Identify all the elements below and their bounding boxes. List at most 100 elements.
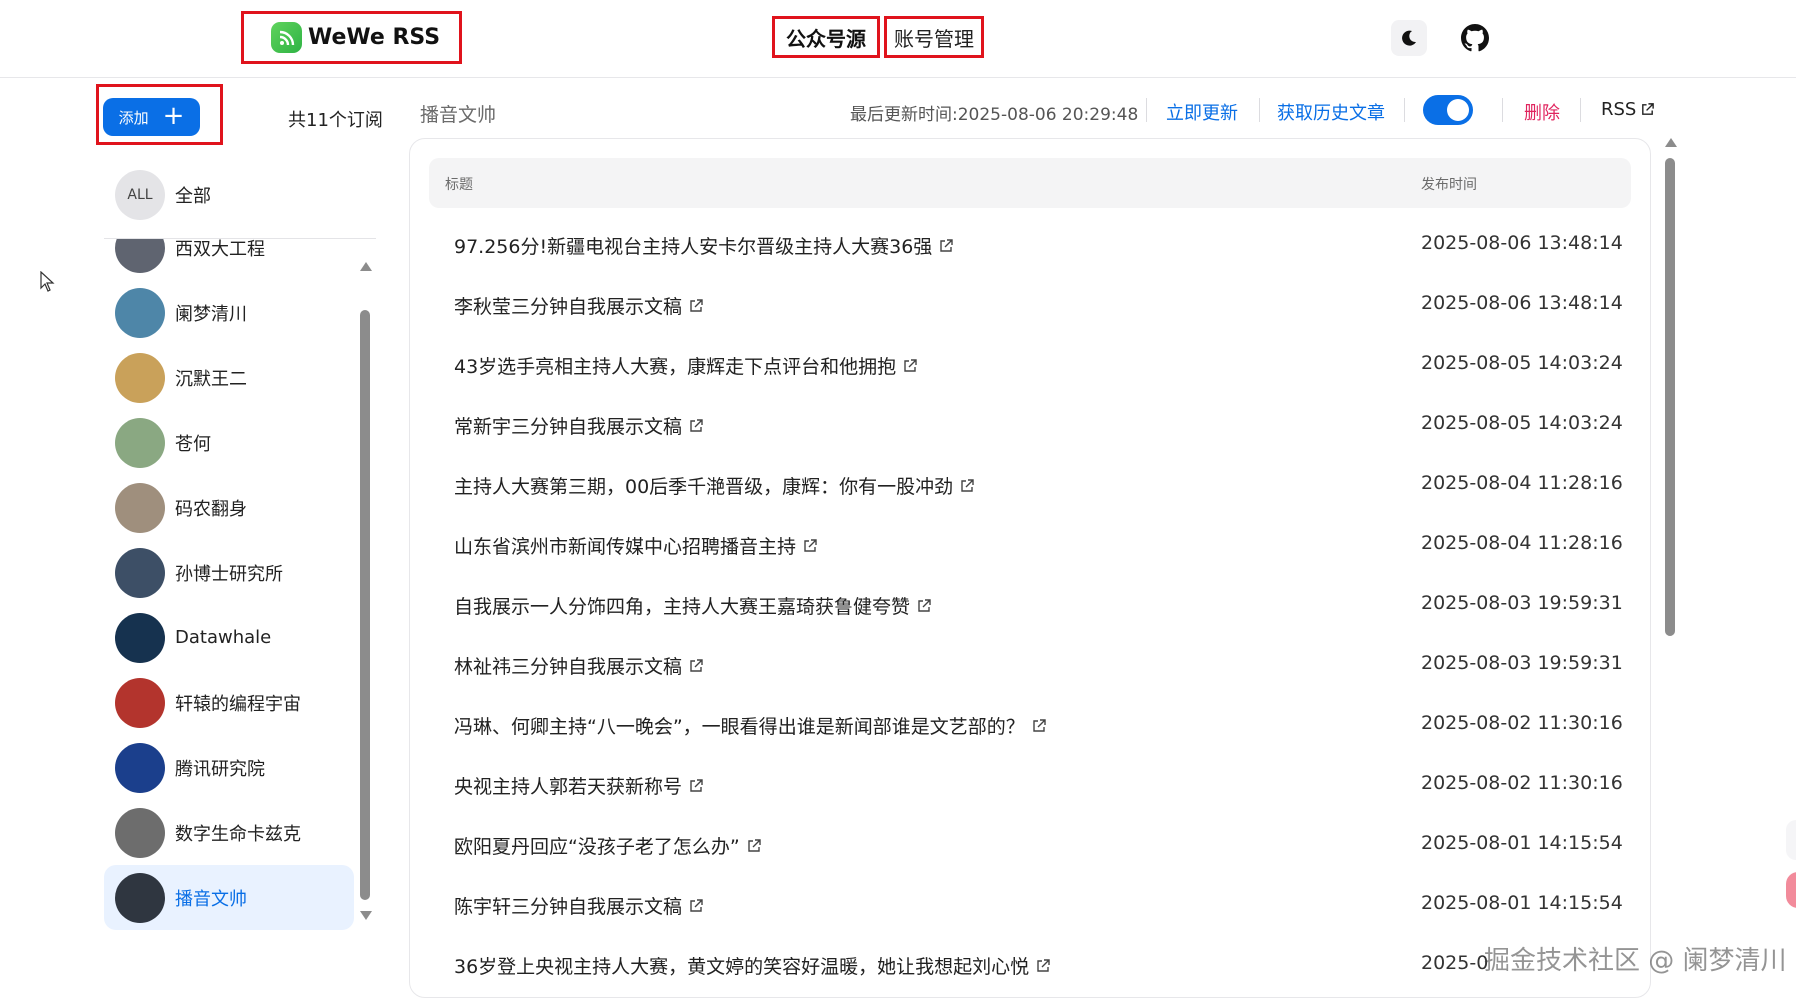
avatar bbox=[115, 612, 165, 663]
brand-name: WeWe RSS bbox=[308, 25, 441, 50]
table-row: 山东省滨州市新闻传媒中心招聘播音主持 2025-08-04 11:28:16 bbox=[429, 514, 1631, 574]
update-now-link[interactable]: 立即更新 bbox=[1166, 99, 1238, 125]
article-title-link[interactable]: 林祉祎三分钟自我展示文稿 bbox=[454, 652, 704, 679]
rss-link-label: RSS bbox=[1601, 99, 1637, 120]
article-title-link[interactable]: 36岁登上央视主持人大赛，黄文婷的笑容好温暖，她让我想起刘心悦 bbox=[454, 952, 1051, 979]
table-header: 标题 发布时间 bbox=[429, 158, 1631, 208]
article-title-link[interactable]: 97.256分!新疆电视台主持人安卡尔晋级主持人大赛36强 bbox=[454, 232, 954, 259]
article-title: 常新宇三分钟自我展示文稿 bbox=[454, 416, 683, 438]
sidebar-item[interactable]: 轩辕的编程宇宙 bbox=[104, 670, 354, 735]
all-avatar: ALL bbox=[115, 170, 165, 220]
publish-time: 2025-08-04 11:28:16 bbox=[1421, 532, 1623, 554]
article-title-link[interactable]: 央视主持人郭若天获新称号 bbox=[454, 772, 704, 799]
top-header: WeWe RSS 公众号源 账号管理 bbox=[0, 0, 1796, 78]
publish-time: 2025-08-04 11:28:16 bbox=[1421, 472, 1623, 494]
publish-time: 2025-0 bbox=[1421, 952, 1489, 974]
table-row: 常新宇三分钟自我展示文稿 2025-08-05 14:03:24 bbox=[429, 394, 1631, 454]
external-link-icon bbox=[959, 478, 975, 494]
tab-official-accounts[interactable]: 公众号源 bbox=[772, 16, 880, 58]
external-link-icon bbox=[1035, 958, 1051, 974]
external-link-icon bbox=[688, 298, 704, 314]
avatar bbox=[115, 482, 165, 533]
external-link-icon bbox=[688, 778, 704, 794]
sidebar-item[interactable]: 孙博士研究所 bbox=[104, 540, 354, 605]
floating-widget-edge[interactable] bbox=[1786, 820, 1796, 860]
publish-time: 2025-08-01 14:15:54 bbox=[1421, 892, 1623, 914]
article-title-link[interactable]: 李秋莹三分钟自我展示文稿 bbox=[454, 292, 704, 319]
delete-feed-link[interactable]: 删除 bbox=[1524, 99, 1560, 125]
sidebar-item[interactable]: Datawhale bbox=[104, 605, 354, 670]
scroll-down-arrow-icon[interactable] bbox=[360, 911, 372, 920]
avatar bbox=[115, 239, 165, 273]
sidebar-item[interactable]: 腾讯研究院 bbox=[104, 735, 354, 800]
rss-link[interactable]: RSS bbox=[1601, 99, 1655, 120]
avatar bbox=[115, 352, 165, 403]
sidebar-scrollbar[interactable] bbox=[359, 258, 372, 920]
sidebar-item[interactable]: 码农翻身 bbox=[104, 475, 354, 540]
external-link-icon bbox=[916, 598, 932, 614]
external-link-icon bbox=[902, 358, 918, 374]
scrollbar-thumb[interactable] bbox=[1665, 158, 1675, 636]
sidebar-item-label: 轩辕的编程宇宙 bbox=[175, 693, 301, 715]
publish-time: 2025-08-03 19:59:31 bbox=[1421, 652, 1623, 674]
sidebar-item[interactable]: 沉默王二 bbox=[104, 345, 354, 410]
article-title-link[interactable]: 山东省滨州市新闻传媒中心招聘播音主持 bbox=[454, 532, 818, 559]
article-title-link[interactable]: 常新宇三分钟自我展示文稿 bbox=[454, 412, 704, 439]
feed-enable-toggle[interactable] bbox=[1423, 95, 1473, 125]
scroll-up-arrow-icon[interactable] bbox=[360, 262, 372, 271]
watermark: 掘金技术社区 @ 阑梦清川 bbox=[1484, 946, 1787, 976]
sidebar-item[interactable]: 播音文帅 bbox=[104, 865, 354, 930]
table-row: 主持人大赛第三期，00后季千滟晋级，康辉：你有一股冲劲 2025-08-04 11… bbox=[429, 454, 1631, 514]
github-icon bbox=[1461, 24, 1489, 52]
external-link-icon bbox=[938, 238, 954, 254]
brand-logo-link[interactable]: WeWe RSS bbox=[241, 11, 462, 64]
add-button-label: 添加 bbox=[118, 108, 149, 127]
avatar bbox=[115, 807, 165, 858]
add-button-highlight: 添加 + bbox=[96, 84, 223, 145]
publish-time: 2025-08-01 14:15:54 bbox=[1421, 832, 1623, 854]
article-title-link[interactable]: 欧阳夏丹回应“没孩子老了怎么办” bbox=[454, 832, 762, 859]
sidebar-item-label: 苍何 bbox=[175, 433, 211, 455]
article-title-link[interactable]: 主持人大赛第三期，00后季千滟晋级，康辉：你有一股冲劲 bbox=[454, 472, 975, 499]
sidebar-item-all[interactable]: ALL 全部 bbox=[104, 165, 374, 225]
sidebar-item-label: 播音文帅 bbox=[175, 888, 247, 910]
sidebar-item-label: 腾讯研究院 bbox=[175, 758, 265, 780]
floating-badge[interactable] bbox=[1786, 872, 1796, 908]
scrollbar-thumb[interactable] bbox=[360, 310, 370, 900]
table-row: 自我展示一人分饰四角，主持人大赛王嘉琦获鲁健夸赞 2025-08-03 19:59… bbox=[429, 574, 1631, 634]
theme-toggle-button[interactable] bbox=[1391, 20, 1427, 56]
sidebar-item[interactable]: 阑梦清川 bbox=[104, 280, 354, 345]
subscription-count: 共11个订阅 bbox=[288, 110, 383, 131]
tab-account-management[interactable]: 账号管理 bbox=[884, 16, 984, 58]
toolbar-separator bbox=[1146, 98, 1147, 122]
external-link-icon bbox=[688, 898, 704, 914]
external-link-icon bbox=[688, 418, 704, 434]
article-title-link[interactable]: 冯琳、何卿主持“八一晚会”，一眼看得出谁是新闻部谁是文艺部的？ bbox=[454, 712, 1047, 739]
article-title-link[interactable]: 自我展示一人分饰四角，主持人大赛王嘉琦获鲁健夸赞 bbox=[454, 592, 932, 619]
fetch-history-link[interactable]: 获取历史文章 bbox=[1277, 99, 1385, 125]
article-title-link[interactable]: 陈宇轩三分钟自我展示文稿 bbox=[454, 892, 704, 919]
add-subscription-button[interactable]: 添加 + bbox=[103, 98, 200, 136]
main-scrollbar[interactable] bbox=[1664, 136, 1677, 636]
article-title: 陈宇轩三分钟自我展示文稿 bbox=[454, 896, 683, 918]
sidebar-item-label: 码农翻身 bbox=[175, 498, 247, 520]
column-header-time: 发布时间 bbox=[1421, 177, 1477, 193]
scroll-up-arrow-icon[interactable] bbox=[1665, 138, 1677, 147]
github-link-button[interactable] bbox=[1457, 20, 1493, 56]
publish-time: 2025-08-03 19:59:31 bbox=[1421, 592, 1623, 614]
subscription-list[interactable]: 西双大工程 阑梦清川沉默王二苍何码农翻身孙博士研究所 Datawhale 轩辕的编程宇… bbox=[104, 239, 354, 939]
toolbar-separator bbox=[1259, 98, 1260, 122]
external-link-icon bbox=[688, 658, 704, 674]
moon-icon bbox=[1402, 30, 1416, 46]
sidebar-item[interactable]: 苍何 bbox=[104, 410, 354, 475]
article-title: 李秋莹三分钟自我展示文稿 bbox=[454, 296, 683, 318]
table-row: 李秋莹三分钟自我展示文稿 2025-08-06 13:48:14 bbox=[429, 274, 1631, 334]
sidebar-item[interactable]: 西双大工程 bbox=[104, 239, 354, 280]
publish-time: 2025-08-06 13:48:14 bbox=[1421, 232, 1623, 254]
sidebar-item[interactable]: 数字生命卡兹克 bbox=[104, 800, 354, 865]
article-title: 自我展示一人分饰四角，主持人大赛王嘉琦获鲁健夸赞 bbox=[454, 596, 911, 618]
sidebar-item-label: 沉默王二 bbox=[175, 368, 247, 390]
avatar bbox=[115, 547, 165, 598]
publish-time: 2025-08-02 11:30:16 bbox=[1421, 712, 1623, 734]
article-title-link[interactable]: 43岁选手亮相主持人大赛，康辉走下点评台和他拥抱 bbox=[454, 352, 918, 379]
